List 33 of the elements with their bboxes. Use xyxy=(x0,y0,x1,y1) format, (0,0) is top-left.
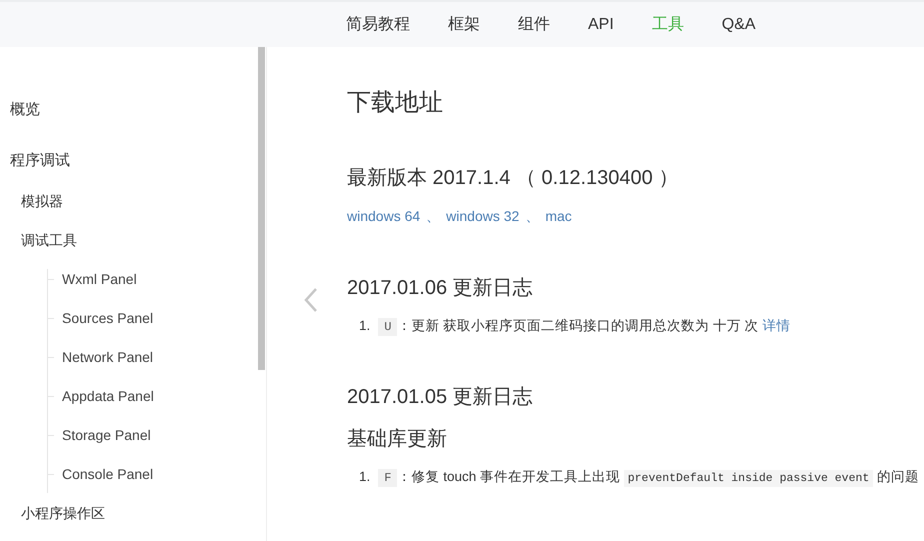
download-link[interactable]: mac xyxy=(545,206,572,226)
sidebar-item[interactable]: Sources Panel xyxy=(48,308,258,328)
sidebar-item[interactable]: 概览 xyxy=(0,100,258,120)
nav-link[interactable]: Q&A xyxy=(722,16,756,34)
changelog-entry: U ：更新 获取小程序页面二维码接口的调用总次数为 十万 次 详情 xyxy=(378,316,790,337)
details-link[interactable]: 详情 xyxy=(762,318,790,333)
sidebar-item[interactable]: 模拟器 xyxy=(0,191,258,211)
page-title: 下载地址 xyxy=(347,88,444,118)
sidebar-item[interactable]: Appdata Panel xyxy=(48,386,258,406)
list-number: 1. xyxy=(359,468,370,486)
nav-link[interactable]: 组件 xyxy=(518,14,550,35)
sidebar-item[interactable]: Wxml Panel xyxy=(48,269,258,289)
nav-link[interactable]: API xyxy=(588,16,614,34)
section-heading: 最新版本 2017.1.4 （ 0.12.130400 ） xyxy=(347,166,680,191)
sidebar-item[interactable]: 程序调试 xyxy=(0,151,258,171)
sidebar-item[interactable]: 调试工具 xyxy=(0,230,258,250)
section-heading: 基础库更新 xyxy=(347,427,448,452)
download-link[interactable]: windows 64 xyxy=(347,206,420,226)
separator: 、 xyxy=(426,207,440,226)
scrollbar-thumb[interactable] xyxy=(258,47,265,370)
list-number: 1. xyxy=(359,317,370,335)
sidebar-item[interactable]: Console Panel xyxy=(48,464,258,484)
section-heading: 2017.01.06 更新日志 xyxy=(347,276,534,301)
separator: 、 xyxy=(525,207,540,226)
sidebar-item[interactable]: 小程序操作区 xyxy=(0,503,258,523)
download-link[interactable]: windows 32 xyxy=(446,206,520,226)
section-heading: 2017.01.05 更新日志 xyxy=(347,385,534,410)
changelog-entry: F ：修复 touch 事件在开发工具上出现 preventDefault inside passive event 的问题 xyxy=(378,467,920,489)
sidebar-item[interactable]: Network Panel xyxy=(48,347,258,367)
chevron-left-icon[interactable] xyxy=(303,287,319,313)
nav-link[interactable]: 框架 xyxy=(448,14,480,35)
sidebar-item[interactable]: Storage Panel xyxy=(48,425,258,445)
nav-link[interactable]: 简易教程 xyxy=(346,14,410,35)
